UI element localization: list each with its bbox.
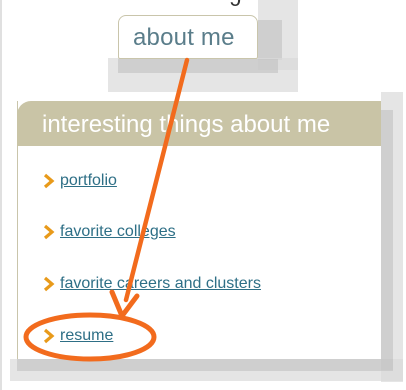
list-item-favorite-colleges[interactable]: favorite colleges <box>42 220 176 244</box>
chevron-right-icon <box>43 173 55 189</box>
list-item-favorite-careers[interactable]: favorite careers and clusters <box>42 272 261 296</box>
shadow-block <box>118 59 278 73</box>
frame-border <box>0 0 2 390</box>
shadow-block <box>258 20 282 60</box>
shadow-block <box>381 110 393 370</box>
cut-off-glyph: ↄ <box>230 0 241 12</box>
favorite-colleges-link[interactable]: favorite colleges <box>60 223 176 241</box>
list-item-portfolio[interactable]: portfolio <box>42 169 117 193</box>
list-item-resume[interactable]: resume <box>42 324 113 348</box>
panel-title: interesting things about me <box>42 111 331 138</box>
chevron-right-icon <box>43 328 55 344</box>
portfolio-link[interactable]: portfolio <box>60 172 117 190</box>
chevron-right-icon <box>43 224 55 240</box>
tab-label: about me <box>133 24 235 51</box>
shadow-block <box>17 359 393 371</box>
resume-link[interactable]: resume <box>60 327 113 345</box>
favorite-careers-link[interactable]: favorite careers and clusters <box>60 275 261 293</box>
chevron-right-icon <box>43 276 55 292</box>
